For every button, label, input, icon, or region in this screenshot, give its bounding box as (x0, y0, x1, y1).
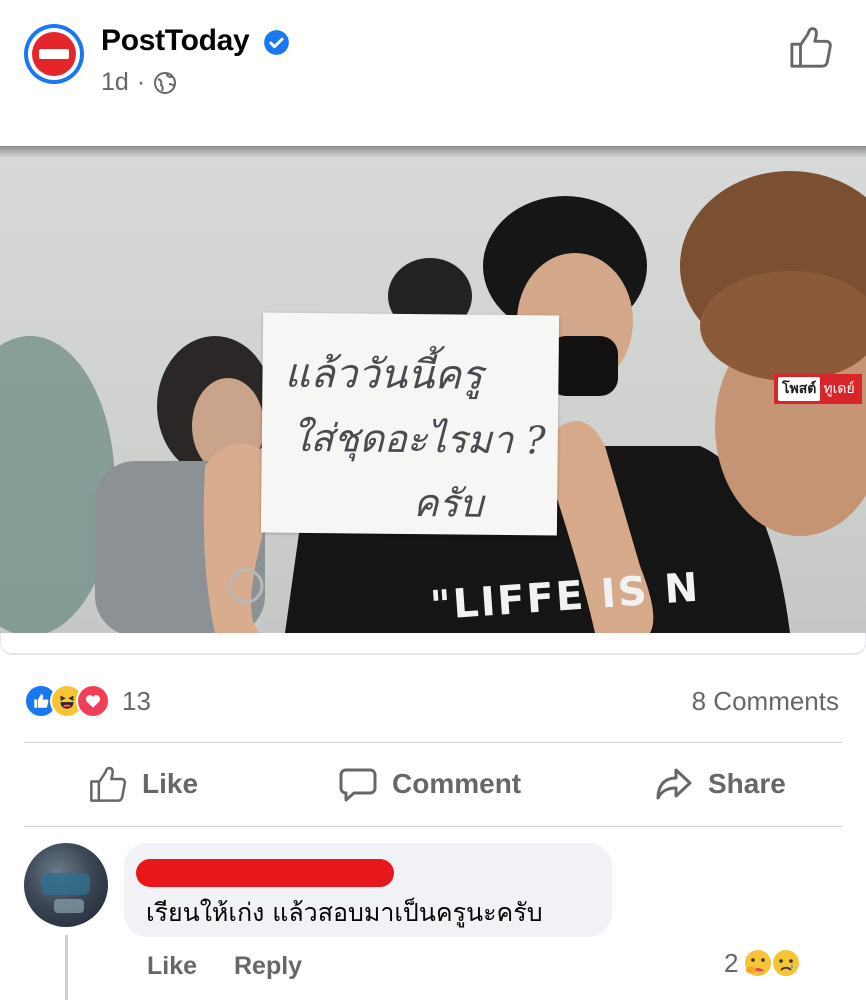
commenter-avatar[interactable] (24, 843, 108, 927)
sign-line-1: แล้ววันนี้ครู (284, 350, 483, 399)
photo-watermark: โพสต์ ทูเดย์ (774, 374, 862, 404)
love-icon (76, 684, 110, 718)
page-avatar[interactable] (24, 24, 84, 84)
page-name[interactable]: PostToday (101, 24, 250, 58)
posttoday-logo-icon (39, 49, 69, 59)
comments-count[interactable]: 8 Comments (692, 686, 839, 717)
post-photo[interactable]: แล้ววันนี้ครู ใส่ชุดอะไรมา ? ครับ "LIFFE… (0, 146, 866, 633)
comment-button-label: Comment (392, 768, 522, 799)
redacted-commenter-name (136, 859, 394, 887)
share-arrow-icon (656, 768, 692, 800)
sign-line-2: ใส่ชุดอะไรมา ? (291, 415, 546, 463)
verified-badge-icon (264, 30, 289, 55)
divider-top (24, 742, 842, 743)
reactions-summary[interactable]: 13 (24, 684, 151, 718)
thread-line (65, 935, 68, 1000)
share-button-label: Share (708, 768, 786, 799)
photo-frame (0, 633, 866, 655)
comment-reply-button[interactable]: Reply (234, 952, 302, 981)
like-button-label: Like (142, 768, 199, 799)
comment-reaction-count: 2 (724, 947, 739, 978)
like-page-icon[interactable] (788, 25, 834, 69)
meta-separator: · (136, 68, 146, 96)
sad-icon (771, 948, 802, 978)
post-time[interactable]: 1d (101, 68, 129, 97)
comment-text: เรียนให้เก่ง แล้วสอบมาเป็นครูนะครับ (146, 898, 543, 927)
comment-bubble-icon (339, 768, 377, 802)
sign-line-3: ครับ (412, 481, 484, 526)
comment-reactions[interactable]: 2 (724, 947, 802, 979)
protest-sign: แล้ววันนี้ครู ใส่ชุดอะไรมา ? ครับ (260, 312, 560, 536)
watermark-box: โพสต์ (778, 377, 821, 401)
share-button[interactable]: Share (654, 764, 786, 804)
like-button[interactable]: Like (88, 764, 198, 804)
post-meta: 1d · (101, 68, 177, 97)
divider-bottom (24, 826, 842, 827)
thumbs-up-icon (90, 766, 127, 802)
globe-icon (154, 71, 177, 94)
post-header: PostToday 1d · (0, 0, 866, 146)
comment-button[interactable]: Comment (338, 764, 521, 804)
reaction-count: 13 (122, 685, 151, 716)
comment-bubble[interactable]: เรียนให้เก่ง แล้วสอบมาเป็นครูนะครับ (124, 843, 612, 937)
comment-like-button[interactable]: Like (147, 952, 197, 981)
watermark-text: ทูเดย์ (823, 380, 855, 396)
